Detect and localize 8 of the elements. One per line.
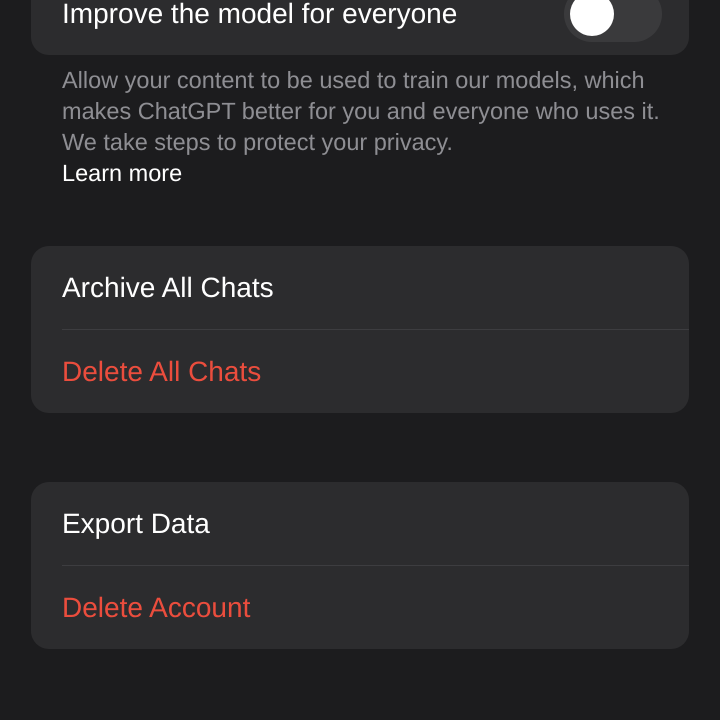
- settings-item[interactable]: Delete Account: [62, 592, 250, 624]
- description-text: Allow your content to be used to train our models, which makes ChatGPT better for you and everyone who uses it. We take steps to protect your privacy. Learn more: [62, 66, 661, 188]
- learn-more-link[interactable]: Learn more: [62, 160, 182, 186]
- settings-item[interactable]: Archive All Chats: [62, 272, 274, 304]
- setting-label: Improve the model for everyone: [62, 0, 458, 30]
- toggle-switch[interactable]: [564, 0, 662, 42]
- settings-item[interactable]: Delete All Chats: [62, 356, 262, 388]
- settings-item[interactable]: Export Data: [62, 508, 210, 540]
